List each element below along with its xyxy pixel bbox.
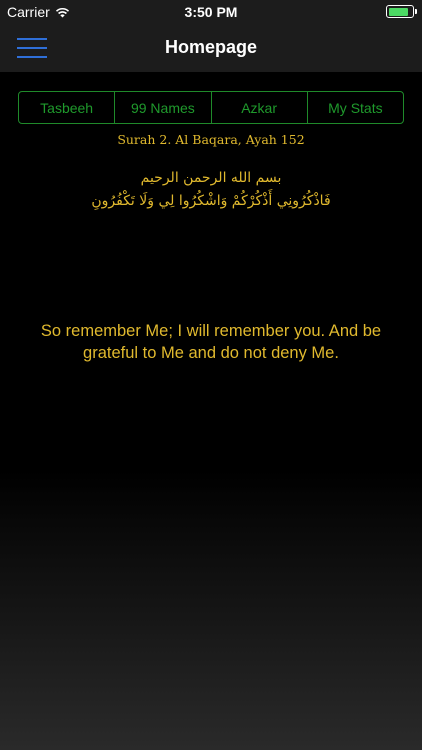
tab-my-stats[interactable]: My Stats <box>308 92 403 123</box>
page-title: Homepage <box>164 37 258 57</box>
tab-99-names[interactable]: 99 Names <box>115 92 212 123</box>
bismillah-text: بسم الله الرحمن الرحيم <box>140 170 282 186</box>
ayah-reference: Surah 2. Al Baqara, Ayah 152 <box>117 132 305 147</box>
segmented-tabs: Tasbeeh 99 Names Azkar My Stats <box>18 91 404 124</box>
status-time: 3:50 PM <box>184 4 238 20</box>
battery-icon <box>386 5 417 18</box>
status-right <box>386 5 417 18</box>
verse-translation: So remember Me; I will remember you. And… <box>40 322 382 362</box>
battery-cap <box>415 9 417 14</box>
status-bar: Carrier 3:50 PM <box>0 0 422 24</box>
arabic-verse-text: فَاذْكُرُونِي أَذْكُرْكُمْ وَاشْكُرُوا ل… <box>91 193 331 209</box>
navigation-bar: Homepage <box>0 24 422 72</box>
tab-tasbeeh[interactable]: Tasbeeh <box>19 92 116 123</box>
tab-azkar[interactable]: Azkar <box>212 92 308 123</box>
battery-fill <box>388 7 409 16</box>
